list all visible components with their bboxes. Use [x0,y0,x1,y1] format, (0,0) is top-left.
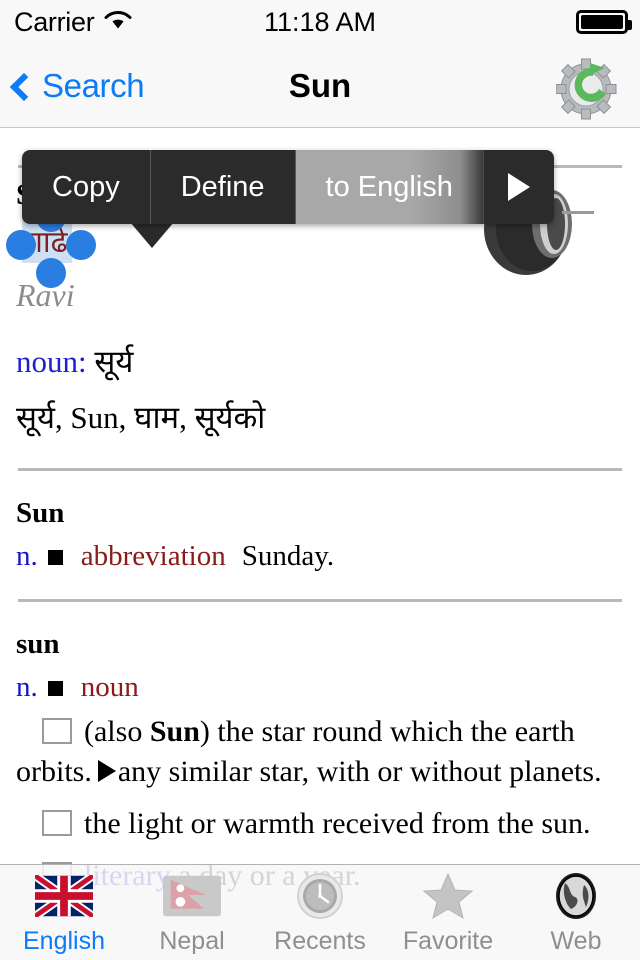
entry-headword: sun [16,628,60,660]
pos-value: सूर्य [94,344,134,379]
sub-sense-text: any similar star, with or without planet… [117,754,602,788]
tab-label: English [23,926,105,955]
tab-label: Favorite [402,926,494,955]
sense-text: the light or warmth received from the su… [84,806,591,840]
navigation-bar: Search Sun [0,44,640,128]
page-title: Sun [288,67,352,104]
tab-favorite[interactable]: Favorite [384,870,512,956]
tab-nepal[interactable]: Nepal [128,870,256,956]
sense-item: the light or warmth received from the su… [16,804,624,844]
tab-recents[interactable]: Recents [256,870,384,956]
pos-label: noun: [16,344,87,379]
translation-list: सूर्य, Sun, घाम, सूर्यको [16,400,266,435]
selection-handle-bottom[interactable] [36,258,66,288]
nepal-flag-icon [161,870,223,922]
open-square-bullet-icon [42,809,72,836]
clock-label: 11:18 AM [263,6,377,37]
tab-label: Web [550,926,602,955]
sub-sense-arrow-icon [97,759,116,782]
tab-label: Recents [274,926,366,955]
grammar-abbr: n. [16,540,38,572]
part-of-speech-line: noun: सूर्य [16,340,624,382]
tab-english[interactable]: English [0,870,128,956]
tab-label: Nepal [159,926,225,955]
clock-icon [289,870,351,922]
grammar-abbr: n. [16,671,38,703]
grammar-line: n. noun [16,671,624,704]
to-english-menu-item[interactable]: to English [295,150,484,224]
entry-headword: Sun [16,497,65,529]
selection-handle-left[interactable] [6,230,36,260]
app-screen: Carrier 11:18 AM Search Sun गाढे Ravi no… [0,0,640,960]
star-icon [417,870,479,922]
sense-category: noun [80,671,139,703]
define-menu-item[interactable]: Define [150,150,296,224]
open-square-bullet-icon [42,718,72,744]
grammar-line: n. abbreviation Sunday. [16,540,624,573]
play-arrow-icon [507,173,530,201]
divider [18,599,622,602]
battery-full-icon [576,10,632,34]
selected-text-region[interactable]: गाढे [6,202,96,288]
copy-menu-item[interactable]: Copy [22,150,151,224]
divider [18,468,622,471]
status-bar: Carrier 11:18 AM [0,0,640,44]
status-bar-right [576,10,632,34]
filled-square-bullet-icon [47,550,63,565]
filled-square-bullet-icon [47,681,63,696]
definition-scroll-area[interactable]: Sun गाढे Ravi noun: सूर्य सूर्य, Sun, घा… [0,129,640,960]
uk-flag-icon [33,870,95,922]
sense-definition: Sunday. [241,540,335,572]
sense-item: (also Sun) the star round which the eart… [16,712,624,792]
gear-refresh-icon[interactable] [555,58,622,120]
entry-noun: sun n. noun (also Sun) the star round wh… [0,628,640,896]
edit-menu-next-button[interactable] [483,150,554,224]
tab-web[interactable]: Web [512,870,640,956]
tab-bar: English Nepal Recents Favorite Web [0,864,640,960]
transliteration: Ravi [16,277,75,313]
sense-category: abbreviation [80,540,226,572]
edit-menu-tail [130,222,174,248]
selection-handle-right[interactable] [66,230,96,260]
sense-text-bold: Sun [149,715,200,748]
sense-text-before: (also [84,715,150,748]
entry-abbreviation: Sun n. abbreviation Sunday. [0,497,640,573]
globe-icon [545,870,607,922]
edit-menu: Copy Define to English [22,150,554,224]
